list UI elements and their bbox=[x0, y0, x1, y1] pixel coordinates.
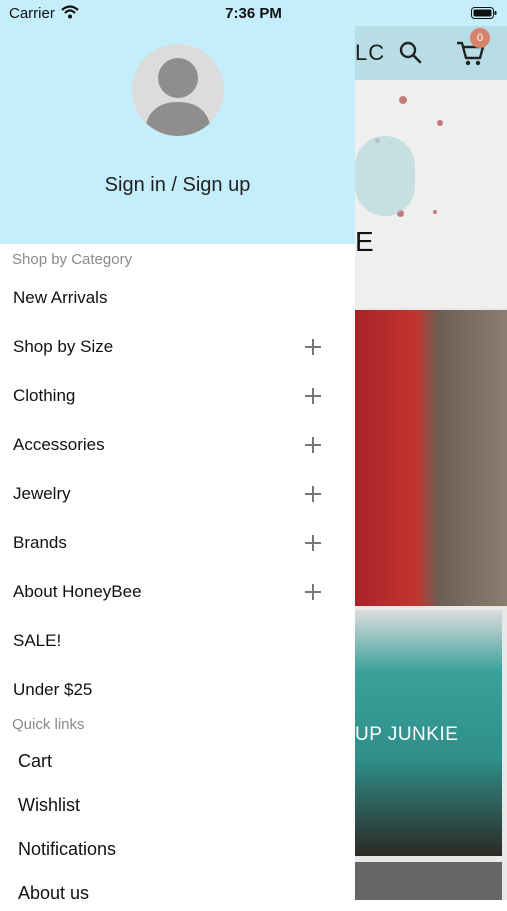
quick-link-label: Cart bbox=[18, 751, 53, 771]
menu-item-under-25[interactable]: Under $25 bbox=[0, 670, 355, 710]
menu-item-jewelry[interactable]: Jewelry bbox=[0, 474, 355, 514]
hero-banner[interactable]: E bbox=[355, 80, 507, 308]
status-bar: Carrier 7:36 PM bbox=[0, 0, 507, 26]
drawer-header: Sign in / Sign up bbox=[0, 0, 355, 244]
plus-icon[interactable] bbox=[305, 486, 321, 502]
menu-item-about-honeybee[interactable]: About HoneyBee bbox=[0, 572, 355, 612]
promo-text-fragment: UP JUNKIE bbox=[355, 724, 459, 745]
menu-item-label: Clothing bbox=[13, 386, 76, 405]
quick-link-notifications[interactable]: Notifications bbox=[0, 831, 355, 867]
menu-item-accessories[interactable]: Accessories bbox=[0, 425, 355, 465]
menu-item-sale[interactable]: SALE! bbox=[0, 621, 355, 661]
menu-item-shop-by-size[interactable]: Shop by Size bbox=[0, 327, 355, 367]
battery-icon bbox=[471, 7, 497, 19]
menu-item-label: SALE! bbox=[13, 631, 62, 650]
menu-item-label: New Arrivals bbox=[13, 288, 108, 307]
menu-item-label: Under $25 bbox=[13, 680, 93, 699]
banner-text-fragment: E bbox=[355, 226, 374, 257]
bottom-tile bbox=[355, 862, 502, 900]
plus-icon[interactable] bbox=[305, 584, 321, 600]
quick-link-label: Notifications bbox=[18, 839, 117, 859]
user-avatar-icon[interactable] bbox=[132, 44, 224, 136]
product-photo[interactable] bbox=[355, 310, 507, 606]
shop-section-title: Shop by Category bbox=[12, 251, 133, 268]
menu-item-label: Jewelry bbox=[13, 484, 71, 503]
plus-icon[interactable] bbox=[305, 388, 321, 404]
quick-link-label: About us bbox=[18, 883, 90, 903]
menu-item-clothing[interactable]: Clothing bbox=[0, 376, 355, 416]
quick-link-wishlist[interactable]: Wishlist bbox=[0, 787, 355, 823]
search-icon[interactable] bbox=[396, 38, 424, 66]
quick-link-label: Wishlist bbox=[18, 795, 80, 815]
plus-icon[interactable] bbox=[305, 339, 321, 355]
menu-item-new-arrivals[interactable]: New Arrivals bbox=[0, 278, 355, 318]
plus-icon[interactable] bbox=[305, 437, 321, 453]
menu-item-label: Shop by Size bbox=[13, 337, 114, 356]
app-title-fragment: LC bbox=[355, 40, 386, 65]
quick-link-about-us[interactable]: About us bbox=[0, 875, 355, 911]
menu-item-label: Accessories bbox=[13, 435, 105, 454]
cart-badge: 0 bbox=[470, 28, 490, 48]
plus-icon[interactable] bbox=[305, 535, 321, 551]
clock: 7:36 PM bbox=[225, 5, 282, 22]
quick-link-cart[interactable]: Cart bbox=[0, 743, 355, 779]
quick-links-title: Quick links bbox=[12, 716, 85, 733]
menu-item-label: Brands bbox=[13, 533, 67, 552]
promo-photo[interactable]: UP JUNKIE bbox=[355, 610, 502, 856]
sign-in-link[interactable]: Sign in / Sign up bbox=[0, 174, 355, 197]
navigation-drawer: Sign in / Sign up Shop by Category New A… bbox=[0, 0, 355, 903]
menu-item-label: About HoneyBee bbox=[13, 582, 142, 601]
menu-item-brands[interactable]: Brands bbox=[0, 523, 355, 563]
